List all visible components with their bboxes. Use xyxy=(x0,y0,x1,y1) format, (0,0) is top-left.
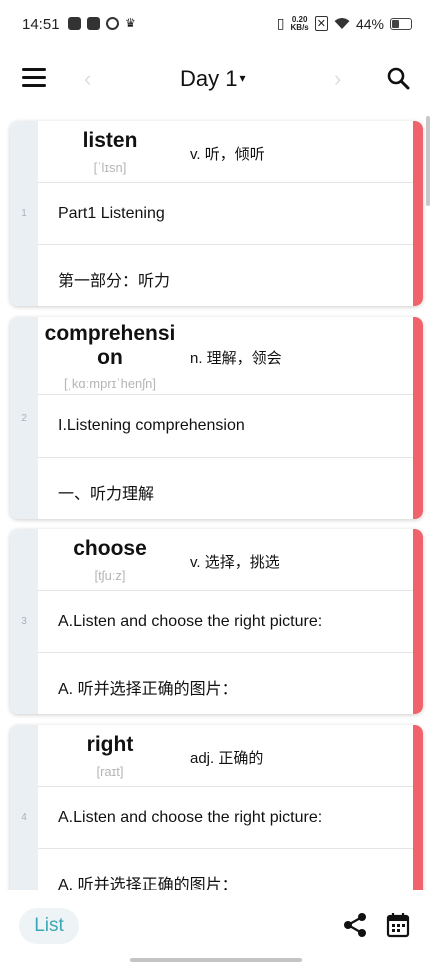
play-app-icon xyxy=(87,17,100,30)
example-chinese: A. 听并选择正确的图片： xyxy=(58,877,238,890)
meaning-text: v. 选择，挑选 xyxy=(190,554,280,571)
word-card[interactable]: 1 listen [ˈlɪsn] v. 听，倾听 Part1 Listening… xyxy=(10,121,423,306)
word-text: listen xyxy=(82,129,138,152)
no-sim-icon: ✕ xyxy=(314,16,328,31)
card-accent-bar xyxy=(413,529,423,714)
card-index: 2 xyxy=(10,317,38,519)
day-title: Day 1 xyxy=(180,66,238,91)
example-chinese: 一、听力理解 xyxy=(58,486,155,503)
network-speed: 0.20 KB/s xyxy=(290,14,309,32)
card-index: 1 xyxy=(10,121,38,306)
example-english: A.Listen and choose the right picture: xyxy=(58,613,323,630)
battery-icon xyxy=(390,17,412,30)
bottom-bar: List xyxy=(0,890,432,964)
mail-app-icon xyxy=(68,17,81,30)
word-list[interactable]: 1 listen [ˈlɪsn] v. 听，倾听 Part1 Listening… xyxy=(0,106,432,890)
example-english: Part1 Listening xyxy=(58,205,165,222)
chevron-left-icon[interactable]: ‹ xyxy=(84,66,91,92)
meaning-text: n. 理解，领会 xyxy=(190,350,282,367)
status-indicators: ▯ 0.20 KB/s ✕ 44% xyxy=(277,15,412,32)
card-index: 3 xyxy=(10,529,38,714)
sync-app-icon xyxy=(106,17,119,30)
word-text: choose xyxy=(73,537,147,560)
word-card[interactable]: 2 comprehensi on [ˌkɑːmprɪˈhenʃn] n. 理解，… xyxy=(10,317,423,519)
word-card[interactable]: 3 choose [tʃuːz] v. 选择，挑选 A.Listen and c… xyxy=(10,529,423,714)
phonetic-text: [raɪt] xyxy=(96,764,124,779)
word-card[interactable]: 4 right [raɪt] adj. 正确的 A.Listen and cho… xyxy=(10,725,423,890)
card-accent-bar xyxy=(413,121,423,306)
card-index: 4 xyxy=(10,725,38,890)
word-text-line1: comprehensi xyxy=(44,322,176,345)
vibrate-icon: ▯ xyxy=(276,15,285,31)
crown-app-icon: ♛ xyxy=(125,16,136,30)
hamburger-menu-icon[interactable] xyxy=(22,68,46,88)
example-english: A.Listen and choose the right picture: xyxy=(58,809,323,826)
notification-icons: ♛ xyxy=(68,17,138,30)
status-bar: 14:51 ♛ ▯ 0.20 KB/s ✕ 44% xyxy=(0,0,432,52)
card-accent-bar xyxy=(413,725,423,890)
scrollbar-thumb[interactable] xyxy=(426,116,430,206)
top-app-bar: ‹ Day 1 ▾ › xyxy=(0,52,432,106)
meaning-text: v. 听，倾听 xyxy=(190,146,265,163)
calendar-icon[interactable] xyxy=(386,912,410,938)
example-chinese: A. 听并选择正确的图片： xyxy=(58,681,238,698)
phonetic-text: [tʃuːz] xyxy=(94,568,126,583)
word-text: right xyxy=(86,733,134,756)
wifi-icon xyxy=(334,18,350,29)
share-icon[interactable] xyxy=(342,912,368,938)
caret-down-icon: ▾ xyxy=(239,71,246,85)
meaning-text: adj. 正确的 xyxy=(190,750,264,767)
card-accent-bar xyxy=(413,317,423,519)
day-selector[interactable]: Day 1 ▾ xyxy=(180,66,246,92)
list-button[interactable]: List xyxy=(19,908,79,944)
phonetic-text: [ˈlɪsn] xyxy=(93,160,127,175)
status-time: 14:51 xyxy=(22,16,60,33)
home-indicator[interactable] xyxy=(130,958,302,962)
example-english: I.Listening comprehension xyxy=(58,417,245,434)
word-text-line2: on xyxy=(97,346,123,369)
example-chinese: 第一部分：听力 xyxy=(58,273,171,290)
phonetic-text: [ˌkɑːmprɪˈhenʃn] xyxy=(63,376,157,391)
chevron-right-icon[interactable]: › xyxy=(334,66,341,92)
search-icon[interactable] xyxy=(386,66,410,90)
battery-percent: 44% xyxy=(355,15,384,32)
